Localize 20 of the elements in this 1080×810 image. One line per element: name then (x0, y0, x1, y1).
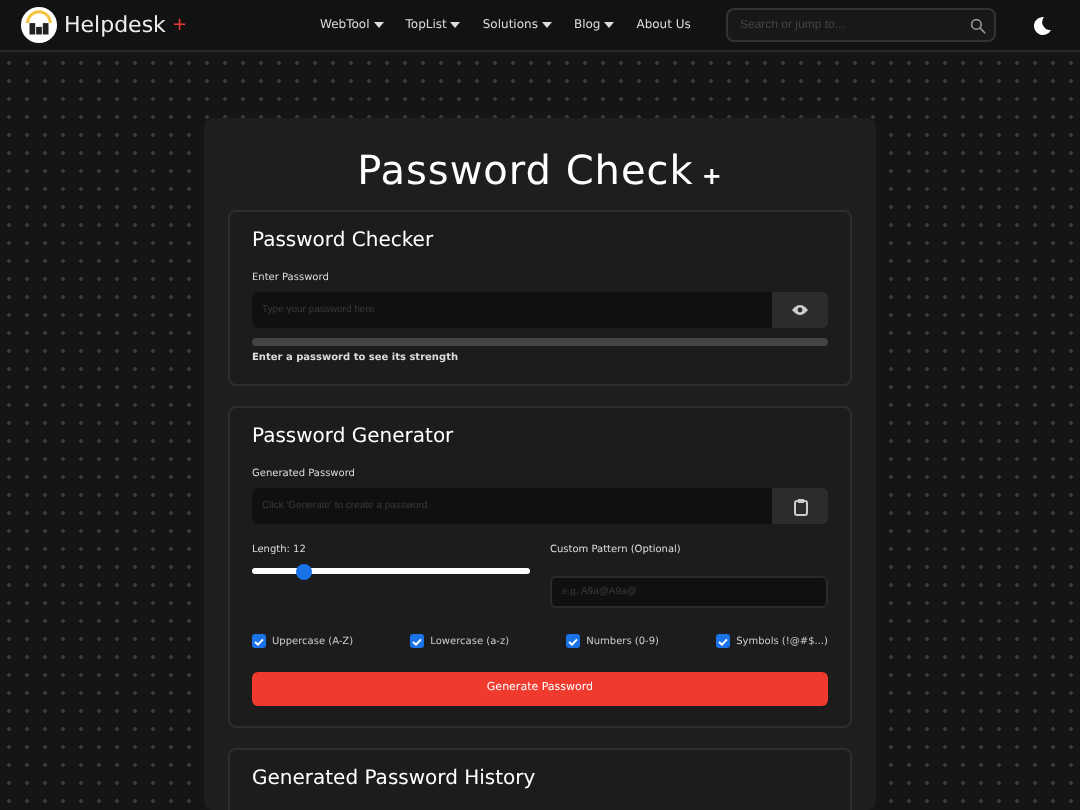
checkbox[interactable] (410, 634, 425, 648)
checkbox[interactable] (716, 634, 731, 648)
brand-mark: + (171, 15, 187, 35)
copy-button[interactable] (772, 488, 828, 524)
checkbox[interactable] (252, 634, 266, 648)
page-title: Password Check (357, 146, 694, 194)
section-heading: Generated Password History (252, 767, 538, 789)
title-mark: + (701, 162, 723, 190)
section-heading: Password Generator (252, 426, 456, 448)
brand-name[interactable]: Helpdesk (64, 12, 166, 38)
show-password-button[interactable] (772, 292, 828, 328)
length-slider[interactable] (252, 568, 530, 574)
search-icon (970, 17, 986, 33)
slider-thumb[interactable] (296, 563, 313, 579)
logo-icon (20, 6, 58, 44)
moon-icon[interactable] (1032, 15, 1052, 35)
section-heading: Password Checker (252, 230, 436, 252)
checkbox[interactable] (566, 634, 581, 648)
clipboard-icon (793, 497, 807, 515)
eye-icon (792, 304, 808, 316)
